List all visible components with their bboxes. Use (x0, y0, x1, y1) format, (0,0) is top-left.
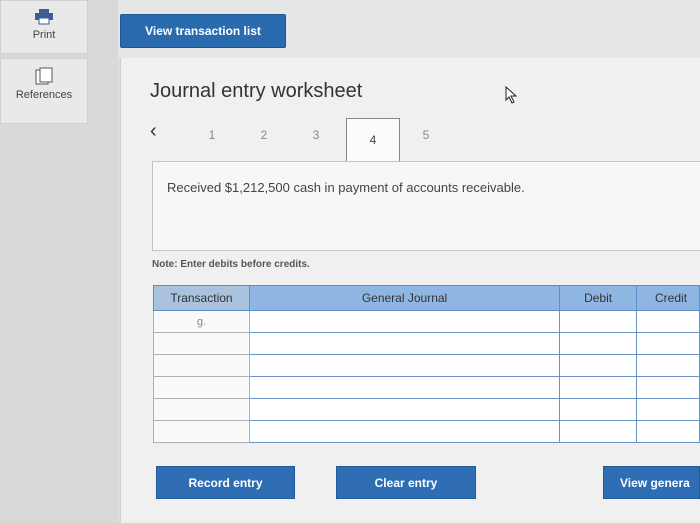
debit-header: Debit (559, 285, 638, 311)
account-input[interactable] (248, 332, 561, 355)
view-transaction-list-button[interactable]: View transaction list (120, 14, 286, 48)
credit-input[interactable] (636, 376, 700, 399)
references-button[interactable]: References (0, 58, 88, 124)
page-5-tab[interactable]: 5 (416, 128, 436, 142)
record-entry-button[interactable]: Record entry (156, 466, 295, 499)
table-row (153, 420, 700, 443)
account-input[interactable] (248, 420, 561, 443)
general-journal-header: General Journal (248, 285, 561, 311)
account-input[interactable] (248, 354, 561, 377)
debit-input[interactable] (559, 376, 638, 399)
account-input[interactable] (248, 376, 561, 399)
account-input[interactable] (248, 310, 561, 333)
debit-credit-note: Note: Enter debits before credits. (152, 259, 310, 270)
table-row (153, 354, 700, 377)
transaction-cell: g. (153, 310, 250, 333)
journal-table: Transaction General Journal Debit Credit… (153, 285, 700, 443)
transaction-cell (153, 376, 250, 399)
debit-input[interactable] (559, 398, 638, 421)
table-row (153, 376, 700, 399)
debit-input[interactable] (559, 354, 638, 377)
transaction-header: Transaction (153, 285, 250, 311)
table-row (153, 332, 700, 355)
previous-page-chevron-icon[interactable]: ‹ (150, 120, 157, 143)
transaction-description-box: Received $1,212,500 cash in payment of a… (152, 161, 700, 251)
credit-input[interactable] (636, 354, 700, 377)
transaction-cell (153, 332, 250, 355)
references-label: References (15, 89, 73, 101)
mouse-pointer-icon (505, 86, 518, 104)
debit-input[interactable] (559, 310, 638, 333)
credit-input[interactable] (636, 332, 700, 355)
view-general-journal-button[interactable]: View genera (603, 466, 700, 499)
transaction-cell (153, 420, 250, 443)
table-row: g. (153, 310, 700, 333)
references-icon (35, 67, 53, 85)
credit-input[interactable] (636, 420, 700, 443)
table-row (153, 398, 700, 421)
credit-header: Credit (636, 285, 700, 311)
worksheet-title: Journal entry worksheet (150, 80, 363, 102)
print-label: Print (32, 29, 56, 41)
transaction-cell (153, 354, 250, 377)
account-input[interactable] (248, 398, 561, 421)
printer-icon (35, 9, 53, 25)
debit-input[interactable] (559, 332, 638, 355)
page-2-tab[interactable]: 2 (254, 128, 274, 142)
page-4-tab[interactable]: 4 (346, 118, 400, 161)
clear-entry-button[interactable]: Clear entry (336, 466, 476, 499)
page-1-tab[interactable]: 1 (202, 128, 222, 142)
page-3-tab[interactable]: 3 (306, 128, 326, 142)
debit-input[interactable] (559, 420, 638, 443)
credit-input[interactable] (636, 398, 700, 421)
transaction-cell (153, 398, 250, 421)
transaction-description: Received $1,212,500 cash in payment of a… (167, 180, 525, 195)
print-button[interactable]: Print (0, 0, 88, 54)
credit-input[interactable] (636, 310, 700, 333)
